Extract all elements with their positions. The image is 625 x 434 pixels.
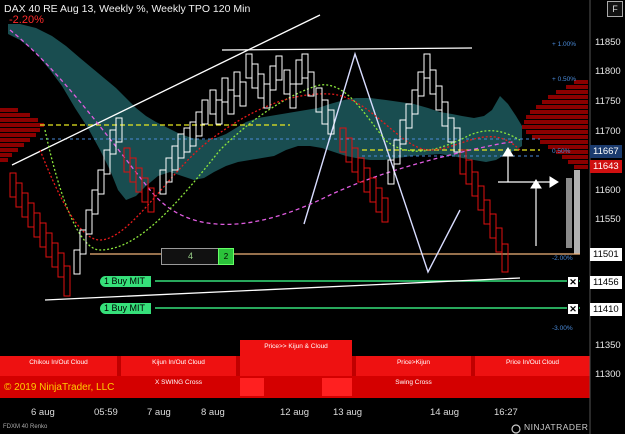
instrument-label: FDXM 40 Renko	[3, 424, 48, 430]
cancel-order-2-icon[interactable]: ✕	[567, 303, 579, 315]
price-tick: 11700	[595, 126, 621, 137]
signal-price-cloud: Price In/Out Cloud	[505, 359, 560, 366]
order-quantity-box[interactable]: 4	[161, 248, 220, 265]
left-volume-profile	[0, 108, 44, 162]
cancel-order-1-icon[interactable]: ✕	[567, 276, 579, 288]
ninjatrader-chart-window: { "header": { "title": "DAX 40 RE Aug 13…	[0, 0, 625, 434]
order-flag-button[interactable]: 2	[218, 248, 234, 265]
annotation-arrows	[498, 147, 559, 246]
signal-chikou: Chikou In/Out Cloud	[29, 359, 88, 366]
time-tick: 16:27	[494, 407, 518, 418]
zigzag-line[interactable]	[303, 51, 461, 274]
right-volume-profile	[522, 80, 588, 254]
ninjatrader-logo: NINJATRADER	[524, 422, 589, 432]
price-tick: 11600	[595, 185, 621, 196]
ninjatrader-logo-icon	[510, 421, 522, 434]
price-marker-level: 11501	[590, 248, 622, 261]
copyright-text: © 2019 NinjaTrader, LLC	[4, 382, 115, 393]
price-tick: 11800	[595, 66, 621, 77]
time-tick: 05:59	[94, 407, 118, 418]
buy-mit-order-2[interactable]: 1 Buy MIT	[100, 303, 152, 314]
price-marker-last: 11643	[590, 160, 622, 173]
signal-x-swing-cross: X SWING Cross	[155, 379, 202, 386]
panel-toggle-button[interactable]: F	[607, 1, 623, 17]
pct-label: -2.00%	[552, 255, 573, 262]
price-marker-order-1: 11456	[590, 276, 622, 289]
pct-label: 0.50%	[552, 148, 571, 155]
price-tick: 11850	[595, 37, 621, 48]
buy-mit-order-1[interactable]: 1 Buy MIT	[100, 276, 152, 287]
chart-change-pct: -2.20%	[9, 14, 44, 26]
time-tick: 8 aug	[201, 407, 225, 418]
time-tick: 6 aug	[31, 407, 55, 418]
pct-label: -3.00%	[552, 325, 573, 332]
signal-swing-cross: Swing Cross	[395, 379, 432, 386]
time-tick: 14 aug	[430, 407, 460, 418]
chart-canvas[interactable]	[0, 0, 625, 434]
price-marker-order-2: 11410	[590, 303, 622, 316]
pct-label: + 0.50%	[552, 76, 577, 83]
time-tick: 12 aug	[280, 407, 310, 418]
time-tick: 13 aug	[333, 407, 363, 418]
price-tick: 11750	[595, 96, 621, 107]
price-tick: 11550	[595, 214, 621, 225]
pct-label: + 1.00%	[552, 41, 577, 48]
price-marker-kijun: 11667	[590, 145, 622, 158]
signal-price-kijun: Price>Kijun	[396, 359, 431, 366]
time-tick: 7 aug	[147, 407, 171, 418]
price-tick: 11300	[595, 369, 621, 380]
signal-price-kijun-cloud: Price>> Kijun & Cloud	[264, 343, 328, 350]
signal-kijun: Kijun In/Out Cloud	[152, 359, 205, 366]
price-tick: 11350	[595, 340, 621, 351]
trendline-top[interactable]	[221, 47, 473, 51]
